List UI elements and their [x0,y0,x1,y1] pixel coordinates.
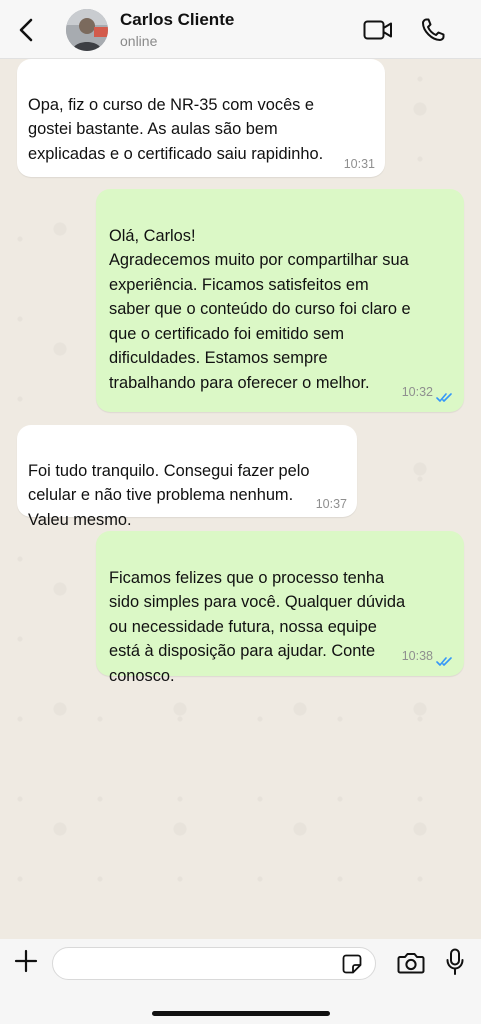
message-input[interactable] [52,947,376,980]
video-call-icon[interactable] [363,16,393,44]
contact-status: online [120,33,158,49]
message-meta: 10:31 [344,157,375,171]
message-meta: 10:37 [316,497,347,511]
message-time: 10:38 [401,649,433,663]
message-time: 10:32 [401,385,433,399]
message-list[interactable]: Opa, fiz o curso de NR-35 com vocês e go… [0,59,481,939]
incoming-message[interactable]: Opa, fiz o curso de NR-35 com vocês e go… [17,59,385,177]
composer-bar [0,939,481,1024]
message-text: Foi tudo tranquilo. Consegui fazer pelo … [28,461,310,529]
plus-icon[interactable] [12,947,40,975]
double-check-icon [436,642,454,670]
message-time: 10:37 [315,497,347,511]
chevron-left-icon[interactable] [14,16,38,44]
phone-call-icon[interactable] [418,16,448,44]
message-text: Olá, Carlos! Agradecemos muito por compa… [109,226,411,392]
chat-header: Carlos Cliente online [0,0,481,59]
incoming-message[interactable]: Foi tudo tranquilo. Consegui fazer pelo … [17,425,357,529]
outgoing-message[interactable]: Ficamos felizes que o processo tenha sid… [96,531,464,685]
microphone-icon[interactable] [442,947,468,977]
message-text: Opa, fiz o curso de NR-35 com vocês e go… [28,95,324,163]
message-text: Ficamos felizes que o processo tenha sid… [109,568,406,685]
double-check-icon [436,378,454,406]
outgoing-message[interactable]: Olá, Carlos! Agradecemos muito por compa… [96,189,464,412]
avatar[interactable] [66,9,108,51]
camera-icon[interactable] [396,949,426,977]
message-meta: 10:38 [402,642,454,670]
message-meta: 10:32 [402,378,454,406]
message-time: 10:31 [343,157,375,171]
sticker-icon[interactable] [341,953,363,975]
contact-name[interactable]: Carlos Cliente [120,10,234,30]
home-indicator [152,1011,330,1016]
